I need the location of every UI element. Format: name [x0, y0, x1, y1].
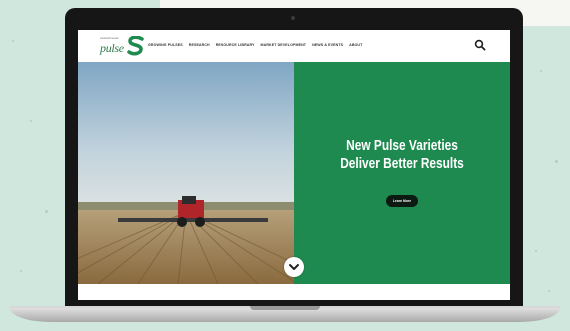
site-header: saskatchewan pulse GROWING PULSES RESEAR… [78, 30, 510, 62]
laptop-screen: saskatchewan pulse GROWING PULSES RESEAR… [78, 30, 510, 300]
background-speckle [540, 70, 542, 72]
nav-item-growing-pulses[interactable]: GROWING PULSES [148, 43, 183, 47]
nav-item-research[interactable]: RESEARCH [189, 43, 210, 47]
hero-image [78, 62, 294, 284]
search-icon[interactable] [474, 39, 486, 51]
background-speckle [20, 270, 22, 272]
hero-panel: New Pulse Varieties Deliver Better Resul… [294, 62, 510, 284]
background-speckle [555, 160, 558, 163]
camera-icon [291, 16, 295, 20]
tractor-field-photo [78, 62, 294, 284]
scroll-down-button[interactable] [284, 257, 304, 277]
logo-tagline: saskatchewan [100, 36, 120, 40]
laptop-notch [250, 306, 320, 310]
logo-s-icon [127, 36, 144, 56]
nav-item-market-development[interactable]: MARKET DEVELOPMENT [261, 43, 307, 47]
main-nav: GROWING PULSES RESEARCH RESOURCE LIBRARY… [148, 43, 362, 47]
background-speckle [535, 250, 537, 252]
background-speckle [30, 120, 32, 122]
background-speckle [45, 210, 48, 213]
chevron-down-icon [289, 264, 299, 270]
nav-item-news-events[interactable]: NEWS & EVENTS [312, 43, 343, 47]
logo-wordmark: pulse [100, 41, 124, 55]
nav-item-resource-library[interactable]: RESOURCE LIBRARY [216, 43, 255, 47]
learn-more-button[interactable]: Learn More [386, 195, 418, 207]
nav-item-about[interactable]: ABOUT [349, 43, 362, 47]
page-content-below [78, 284, 510, 300]
hero-headline-line2: Deliver Better Results [340, 156, 464, 172]
background-speckle [548, 290, 550, 292]
site-logo[interactable]: saskatchewan pulse [100, 36, 146, 56]
background-speckle [12, 40, 14, 42]
hero-headline-line1: New Pulse Varieties [346, 138, 458, 154]
laptop-base [10, 308, 560, 322]
hero-headline: New Pulse Varieties Deliver Better Resul… [313, 137, 490, 173]
